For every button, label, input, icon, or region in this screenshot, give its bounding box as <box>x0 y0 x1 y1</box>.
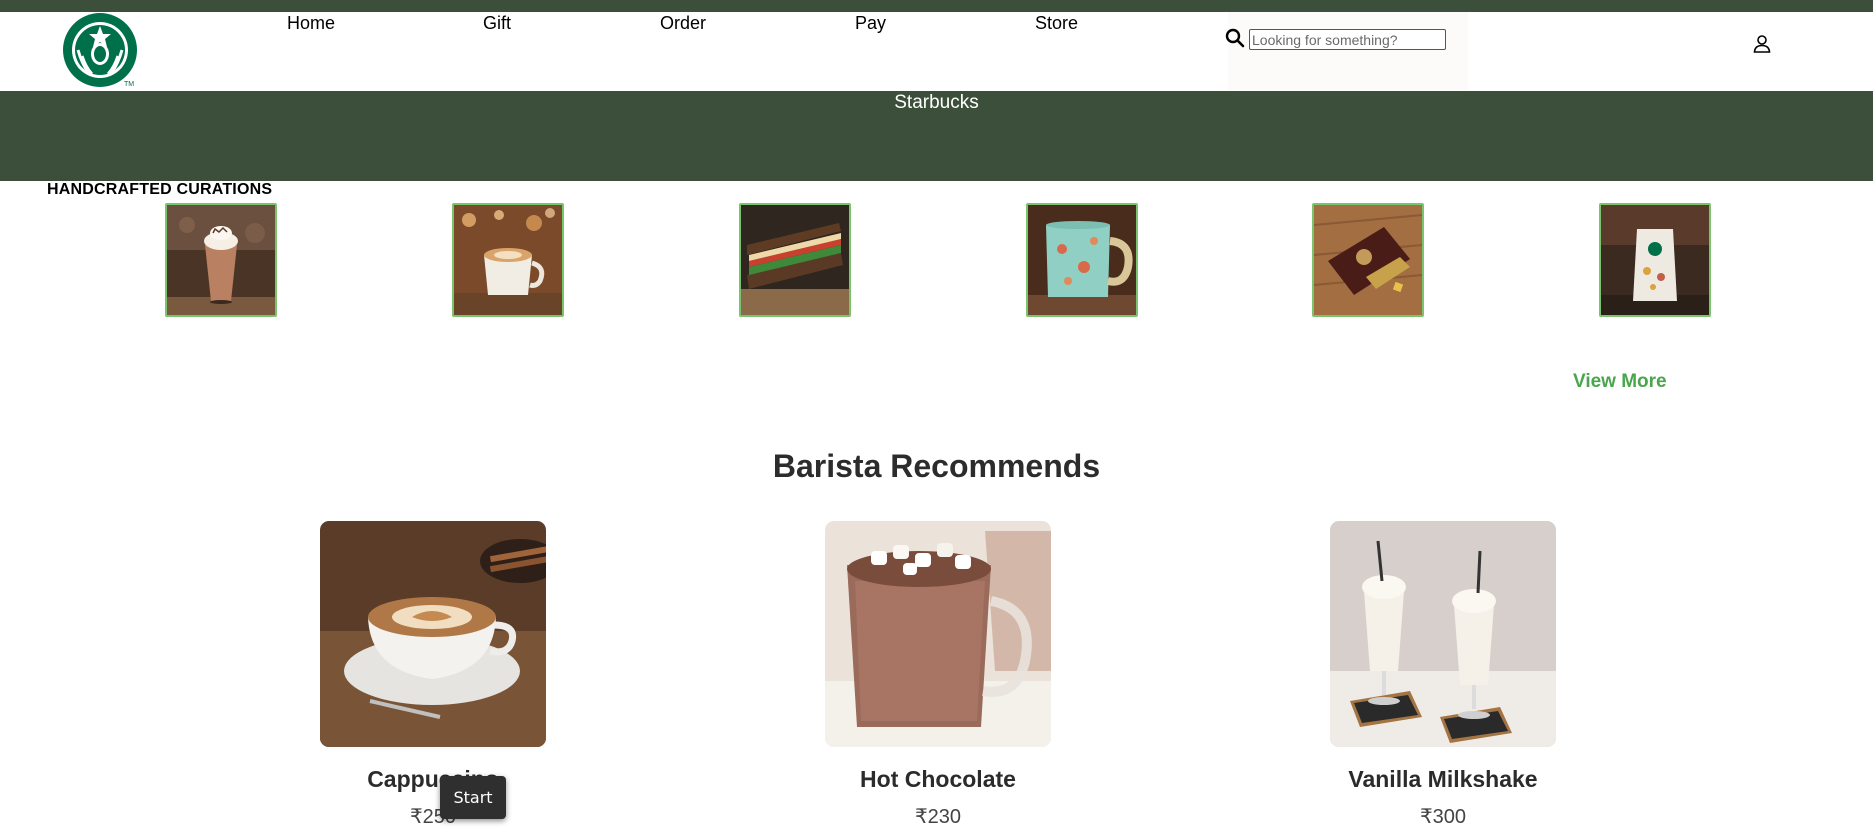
nav-item-order[interactable]: Order <box>660 12 706 34</box>
product-image-vanilla-milkshake[interactable] <box>1330 521 1556 747</box>
user-icon[interactable] <box>1751 33 1773 55</box>
view-more-link[interactable]: View More <box>1573 371 1667 393</box>
main-nav: Home Gift Order Pay Store <box>0 12 1200 38</box>
curation-thumb-latte[interactable] <box>452 203 564 317</box>
hero-banner: Starbucks <box>0 91 1873 181</box>
nav-item-home[interactable]: Home <box>287 12 335 34</box>
product-price: ₹250 <box>409 806 457 828</box>
search-area <box>1228 12 1468 90</box>
start-tooltip: Start <box>440 776 506 819</box>
curation-thumb-coffee-bag[interactable] <box>1599 203 1711 317</box>
curation-thumb-frappuccino[interactable] <box>165 203 277 317</box>
product-name: Vanilla Milkshake <box>1348 766 1538 792</box>
barista-section-title: Barista Recommends <box>772 448 1101 484</box>
search-icon[interactable] <box>1225 28 1245 48</box>
curation-thumb-sandwich[interactable] <box>739 203 851 317</box>
nav-item-gift[interactable]: Gift <box>483 12 511 34</box>
product-price: ₹300 <box>1419 806 1467 828</box>
product-price: ₹230 <box>914 806 962 828</box>
search-input[interactable] <box>1249 29 1446 50</box>
top-strip <box>0 0 1873 12</box>
product-name: Hot Chocolate <box>860 766 1016 792</box>
curations-heading: HANDCRAFTED CURATIONS <box>47 181 273 198</box>
curation-thumb-chocolate-box[interactable] <box>1312 203 1424 317</box>
product-name: Cappuccino <box>367 766 499 792</box>
product-image-hot-chocolate[interactable] <box>825 521 1051 747</box>
banner-title: Starbucks <box>894 92 979 113</box>
nav-item-pay[interactable]: Pay <box>855 12 886 34</box>
product-image-cappuccino[interactable] <box>320 521 546 747</box>
nav-item-store[interactable]: Store <box>1035 12 1078 34</box>
curation-thumb-teal-mug[interactable] <box>1026 203 1138 317</box>
svg-text:TM: TM <box>124 81 134 88</box>
